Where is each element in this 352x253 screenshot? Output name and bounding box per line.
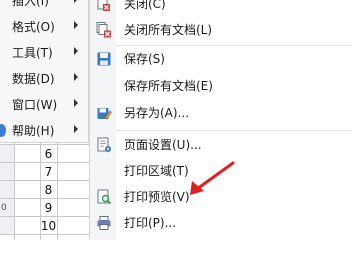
table-row[interactable]: 10 [0, 216, 100, 235]
table-row[interactable]: 7 [0, 162, 100, 181]
menu-item-page-setup[interactable]: 页面设置(U)... [90, 132, 352, 158]
row-header[interactable] [0, 163, 15, 181]
print-preview-icon [97, 189, 112, 205]
submenu-arrow-icon [74, 21, 78, 29]
menu-item-format[interactable]: 格式(O) [0, 14, 88, 40]
menu-item-window[interactable]: 窗口(W) [0, 92, 88, 118]
close-document-icon [97, 0, 110, 11]
menu-item-label: 保存所有文档(E) [124, 79, 213, 93]
menu-item-label: 打印区域(T) [124, 164, 189, 178]
row-header[interactable] [0, 181, 15, 199]
table-row[interactable] [0, 234, 100, 253]
table-row[interactable]: 0 9 [0, 198, 100, 217]
menu-item-label: 工具(T) [12, 46, 53, 60]
menu-separator [116, 130, 352, 131]
file-menu-dropdown: 关闭(C) 关闭所有文档(L) 保存(S) 保存所有文档(E) 另存为(A).. [89, 0, 352, 240]
submenu-arrow-icon [74, 125, 78, 133]
row-header[interactable]: 0 [0, 199, 15, 217]
menu-item-label: 保存(S) [124, 52, 165, 66]
menu-item-label: 打印(P)... [124, 216, 177, 230]
menu-item-tools[interactable]: 工具(T) [0, 40, 88, 66]
submenu-arrow-icon [74, 47, 78, 55]
save-icon [97, 52, 111, 66]
menu-item-save-all[interactable]: 保存所有文档(E) [90, 73, 352, 99]
menu-item-data[interactable]: 数据(D) [0, 66, 88, 92]
menubar-dropdown: 插入(I) 格式(O) 工具(T) 数据(D) 窗口(W) 帮助(H) [0, 0, 89, 143]
submenu-arrow-icon [74, 99, 78, 107]
menu-item-insert[interactable]: 插入(I) [0, 0, 88, 14]
menu-item-label: 另存为(A)... [124, 106, 190, 120]
cell-value[interactable]: 10 [40, 217, 57, 235]
save-as-icon [97, 108, 112, 120]
menu-item-print[interactable]: 打印(P)... [90, 210, 352, 236]
print-icon [97, 216, 111, 230]
row-header[interactable] [0, 217, 15, 235]
menu-item-close-all[interactable]: 关闭所有文档(L) [90, 17, 352, 43]
submenu-arrow-icon [74, 0, 78, 3]
menu-item-print-preview[interactable]: 打印预览(V) [90, 184, 352, 210]
menu-item-print-area[interactable]: 打印区域(T) [90, 158, 352, 184]
menu-item-label: 页面设置(U)... [124, 138, 202, 152]
menu-item-label: 格式(O) [12, 20, 55, 34]
help-icon [0, 124, 6, 137]
menu-item-label: 窗口(W) [12, 98, 58, 112]
menu-item-label: 插入(I) [12, 0, 49, 8]
cell-value[interactable]: 7 [40, 163, 57, 181]
menu-item-label: 关闭(C) [124, 0, 166, 11]
menu-item-label: 数据(D) [12, 72, 55, 86]
cell-value[interactable]: 9 [40, 199, 57, 217]
menu-item-save-as[interactable]: 另存为(A)... [90, 100, 352, 126]
submenu-arrow-icon [74, 73, 78, 81]
table-row[interactable]: 6 [0, 144, 100, 163]
menu-item-close[interactable]: 关闭(C) [90, 0, 352, 17]
cell-value[interactable]: 8 [40, 181, 57, 199]
table-row[interactable]: 8 [0, 180, 100, 199]
cell-value[interactable]: 6 [40, 145, 57, 163]
menu-item-label: 帮助(H) [12, 124, 55, 138]
menu-item-help[interactable]: 帮助(H) [0, 118, 88, 144]
menu-item-save[interactable]: 保存(S) [90, 46, 352, 72]
row-header-label: 0 [1, 203, 7, 213]
menu-item-label: 打印预览(V) [124, 190, 190, 204]
close-all-documents-icon [96, 22, 111, 38]
row-header[interactable] [0, 145, 15, 163]
page-setup-icon [97, 137, 111, 152]
menu-item-label: 关闭所有文档(L) [124, 23, 213, 37]
